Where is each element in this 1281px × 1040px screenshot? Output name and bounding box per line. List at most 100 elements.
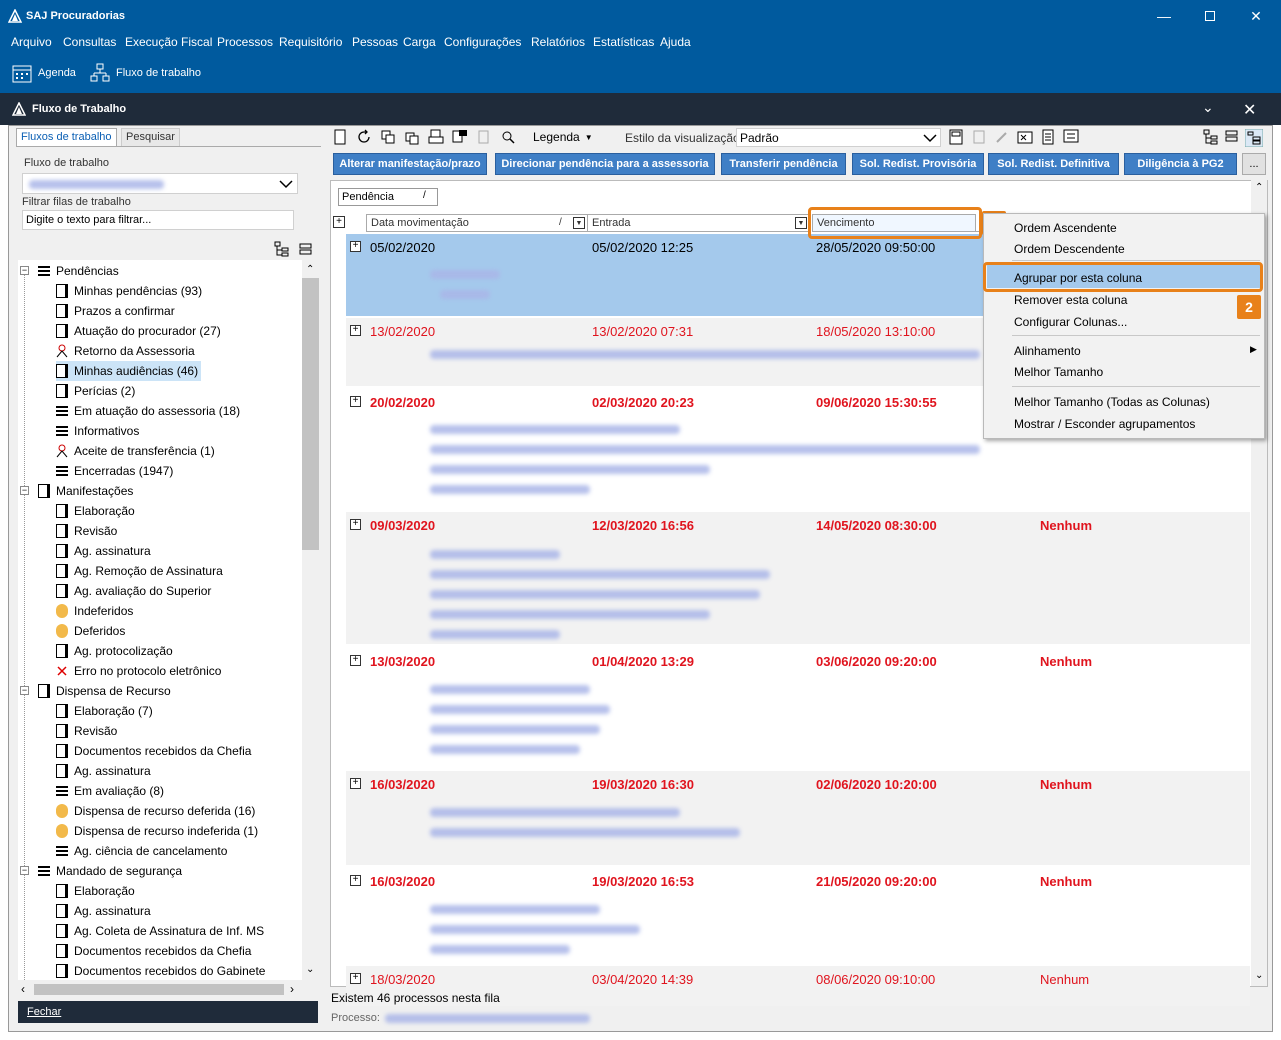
- tree-item[interactable]: Documentos recebidos do Gabinete: [56, 961, 268, 980]
- agenda-button[interactable]: Agenda: [12, 63, 76, 83]
- tree-item[interactable]: Ag. Coleta de Assinatura de Inf. MS: [56, 921, 267, 941]
- maximize-button[interactable]: [1187, 0, 1233, 32]
- scroll-left-icon[interactable]: ‹: [21, 982, 25, 996]
- expand-all-icon[interactable]: [274, 241, 290, 260]
- tree-item[interactable]: Revisão: [56, 721, 120, 741]
- menu-mostrar-esconder-agrupamentos[interactable]: Mostrar / Esconder agrupamentos: [1014, 417, 1195, 431]
- legenda-dropdown[interactable]: Legenda ▼: [533, 130, 593, 144]
- hscroll-thumb[interactable]: [34, 984, 284, 995]
- table-row[interactable]: +16/03/2020 19/03/2020 16:30 02/06/2020 10…: [346, 771, 1250, 865]
- column-header-entrada[interactable]: Entrada ▼: [588, 214, 810, 232]
- tree-item[interactable]: Ag. avaliação do Superior: [56, 581, 214, 601]
- row-expand-icon[interactable]: +: [350, 875, 361, 886]
- tree-collapse-icon[interactable]: −: [20, 266, 29, 275]
- menu-carga[interactable]: Carga: [403, 35, 436, 49]
- column-filter-icon[interactable]: ▼: [795, 217, 807, 229]
- tree-item[interactable]: Em avaliação (8): [56, 781, 167, 801]
- tree-group[interactable]: − Pendências: [20, 261, 122, 281]
- scroll-down-icon[interactable]: ⌄: [306, 964, 314, 975]
- tree-item[interactable]: Dispensa de recurso indeferida (1): [56, 821, 261, 841]
- tree-item[interactable]: Ag. ciência de cancelamento: [56, 841, 230, 861]
- close-button[interactable]: ✕: [1233, 0, 1279, 32]
- tab-pesquisar[interactable]: Pesquisar: [121, 128, 180, 146]
- group-by-box[interactable]: Pendência /: [338, 188, 438, 206]
- tree-item[interactable]: Deferidos: [56, 621, 128, 641]
- direcionar-pendencia-button[interactable]: Direcionar pendência para a assessoria: [495, 153, 715, 175]
- tree-item[interactable]: Perícias (2): [56, 381, 138, 401]
- export-icon[interactable]: [452, 129, 468, 145]
- menu-melhor-tamanho-todas[interactable]: Melhor Tamanho (Todas as Colunas): [1014, 395, 1210, 409]
- menu-ordem-ascendente[interactable]: Ordem Ascendente: [1014, 221, 1117, 235]
- menu-pessoas[interactable]: Pessoas: [352, 35, 398, 49]
- row-expand-icon[interactable]: +: [350, 973, 361, 984]
- collapse-all-icon[interactable]: [299, 243, 313, 258]
- tree-hscrollbar[interactable]: ‹ ›: [18, 981, 302, 998]
- tree-item[interactable]: Retorno da Assessoria: [56, 341, 198, 361]
- tab-fluxos-trabalho[interactable]: Fluxos de trabalho: [16, 128, 117, 146]
- tree-group[interactable]: − Dispensa de Recurso: [20, 681, 174, 701]
- tree-item[interactable]: Elaboração: [56, 501, 138, 521]
- fechar-button[interactable]: Fechar: [18, 1001, 318, 1023]
- menu-ajuda[interactable]: Ajuda: [660, 35, 691, 49]
- report-icon[interactable]: [1040, 129, 1056, 145]
- menu-arquivo[interactable]: Arquivo: [11, 35, 52, 49]
- scroll-thumb[interactable]: [302, 278, 319, 550]
- tree-item[interactable]: Ag. assinatura: [56, 541, 154, 561]
- tree-collapse-icon[interactable]: −: [20, 866, 29, 875]
- column-filter-icon[interactable]: ▼: [573, 217, 585, 229]
- menu-ordem-descendente[interactable]: Ordem Descendente: [1014, 242, 1125, 256]
- tree-item[interactable]: Ag. protocolização: [56, 641, 176, 661]
- scroll-up-icon[interactable]: ⌃: [306, 264, 314, 275]
- expand-all-icon[interactable]: [1203, 129, 1219, 145]
- menu-alinhamento[interactable]: Alinhamento: [1014, 344, 1081, 358]
- print-icon[interactable]: [428, 129, 444, 145]
- scroll-up-icon[interactable]: ⌃: [1255, 182, 1263, 193]
- menu-configurar-colunas[interactable]: Configurar Colunas...: [1014, 315, 1127, 329]
- tree-item[interactable]: Informativos: [56, 421, 142, 441]
- tree-collapse-icon[interactable]: −: [20, 486, 29, 495]
- sol-redist-provisoria-button[interactable]: Sol. Redist. Provisória: [852, 153, 984, 175]
- window-close-icon[interactable]: ✕: [1243, 100, 1256, 120]
- row-expand-icon[interactable]: +: [350, 655, 361, 666]
- tree-item[interactable]: Encerradas (1947): [56, 461, 176, 481]
- filter-input[interactable]: Digite o texto para filtrar...: [22, 210, 294, 230]
- collapse-all-icon[interactable]: [1225, 129, 1239, 143]
- menu-processos[interactable]: Processos: [217, 35, 273, 49]
- tree-collapse-icon[interactable]: −: [20, 686, 29, 695]
- tree-item[interactable]: Ag. assinatura: [56, 901, 154, 921]
- tree-item[interactable]: Documentos recebidos da Chefia: [56, 741, 254, 761]
- row-expand-icon[interactable]: +: [350, 396, 361, 407]
- fluxo-trabalho-button[interactable]: Fluxo de trabalho: [90, 63, 201, 83]
- excel-icon[interactable]: [1017, 129, 1033, 145]
- row-expand-icon[interactable]: +: [350, 241, 361, 252]
- tree-item[interactable]: Aceite de transferência (1): [56, 441, 218, 461]
- tree-item[interactable]: Documentos recebidos da Chefia: [56, 941, 254, 961]
- alterar-manifestacao-button[interactable]: Alterar manifestação/prazo: [333, 153, 487, 175]
- tree-group[interactable]: − Mandado de segurança: [20, 861, 185, 881]
- more-actions-button[interactable]: ...: [1242, 153, 1266, 175]
- save-view-icon[interactable]: [948, 129, 964, 145]
- transferir-pendencia-button[interactable]: Transferir pendência: [721, 153, 846, 175]
- tree-item[interactable]: Dispensa de recurso deferida (16): [56, 801, 258, 821]
- collapse-icon[interactable]: ⌄: [1202, 99, 1214, 116]
- tree-item[interactable]: Ag. Remoção de Assinatura: [56, 561, 226, 581]
- tree-item[interactable]: Prazos a confirmar: [56, 301, 178, 321]
- menu-requisitorio[interactable]: Requisitório: [279, 35, 342, 49]
- scroll-right-icon[interactable]: ›: [290, 982, 294, 996]
- minimize-button[interactable]: —: [1141, 0, 1187, 32]
- tree-item[interactable]: Em atuação do assessoria (18): [56, 401, 243, 421]
- new-doc-icon[interactable]: [332, 129, 348, 145]
- expand-all-rows-icon[interactable]: +: [333, 216, 345, 228]
- tree-scrollbar[interactable]: ⌃ ⌄: [302, 260, 319, 980]
- tree-item[interactable]: Elaboração (7): [56, 701, 156, 721]
- paste-icon[interactable]: [404, 129, 420, 145]
- row-expand-icon[interactable]: +: [350, 778, 361, 789]
- search-doc-icon[interactable]: [500, 129, 516, 145]
- column-header-data-movimentacao[interactable]: Data movimentação / ▼: [366, 214, 588, 232]
- estilo-select[interactable]: Padrão: [736, 128, 941, 147]
- menu-melhor-tamanho[interactable]: Melhor Tamanho: [1014, 365, 1103, 379]
- copy-icon[interactable]: [380, 129, 396, 145]
- row-expand-icon[interactable]: +: [350, 325, 361, 336]
- sol-redist-definitiva-button[interactable]: Sol. Redist. Definitiva: [988, 153, 1119, 175]
- tree-item[interactable]: Minhas pendências (93): [56, 281, 205, 301]
